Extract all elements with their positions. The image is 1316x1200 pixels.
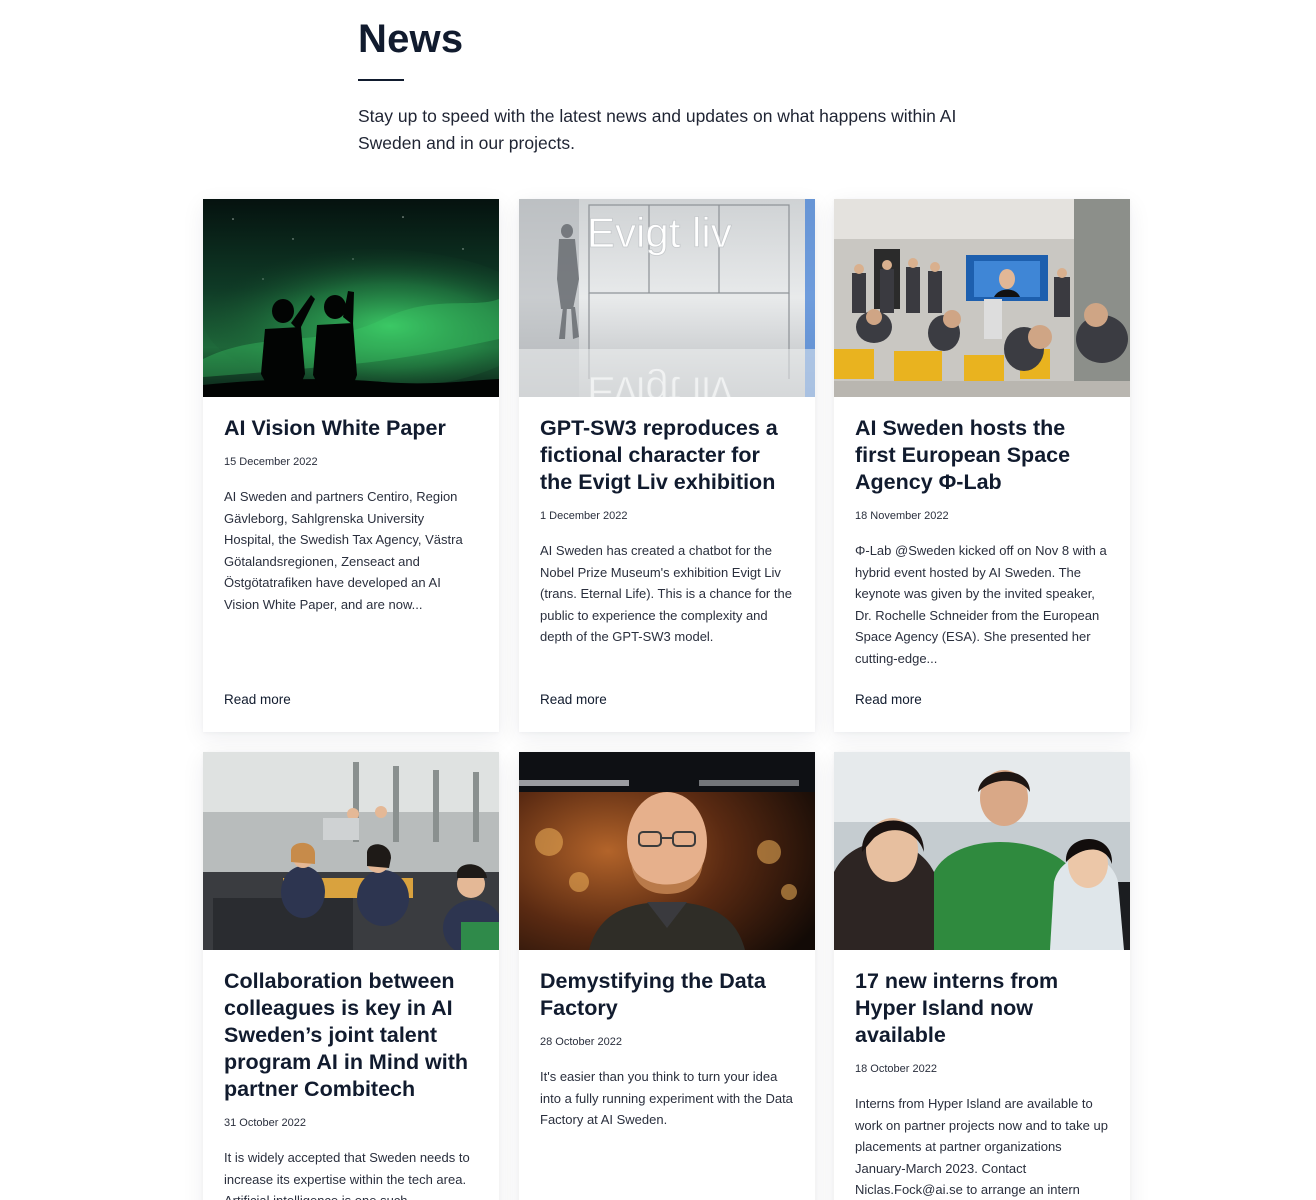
news-card[interactable]: Collaboration between colleagues is key … xyxy=(203,752,499,1200)
news-card[interactable]: Demystifying the Data Factory 28 October… xyxy=(519,752,815,1200)
card-excerpt: AI Sweden and partners Centiro, Region G… xyxy=(224,489,463,612)
card-date: 1 December 2022 xyxy=(540,510,628,522)
card-title[interactable]: Demystifying the Data Factory xyxy=(540,968,794,1022)
card-date: 18 November 2022 xyxy=(855,510,949,522)
card-excerpt: It is widely accepted that Sweden needs … xyxy=(224,1150,470,1200)
card-excerpt: Φ-Lab @Sweden kicked off on Nov 8 with a… xyxy=(855,543,1107,666)
card-excerpt: AI Sweden has created a chatbot for the … xyxy=(540,543,792,644)
card-title[interactable]: AI Vision White Paper xyxy=(224,415,478,442)
portrait-image[interactable] xyxy=(519,752,815,950)
card-title[interactable]: Collaboration between colleagues is key … xyxy=(224,968,478,1103)
card-title[interactable]: AI Sweden hosts the first European Space… xyxy=(855,415,1109,496)
card-date: 18 October 2022 xyxy=(855,1063,937,1075)
page-intro: Stay up to speed with the latest news an… xyxy=(358,106,957,153)
office-meeting-image[interactable] xyxy=(203,752,499,950)
card-excerpt: Interns from Hyper Island are available … xyxy=(855,1096,1108,1197)
news-page: News Stay up to speed with the latest ne… xyxy=(0,0,1316,1200)
card-date: 28 October 2022 xyxy=(540,1036,622,1048)
news-card[interactable]: AI Sweden hosts the first European Space… xyxy=(834,199,1130,732)
event-image[interactable] xyxy=(834,199,1130,397)
card-title[interactable]: GPT-SW3 reproduces a fictional character… xyxy=(540,415,794,496)
card-date: 31 October 2022 xyxy=(224,1117,306,1129)
northern-lights-image[interactable] xyxy=(203,199,499,397)
news-card[interactable]: 17 new interns from Hyper Island now ava… xyxy=(834,752,1130,1200)
read-more-link[interactable]: Read more xyxy=(855,692,922,707)
exhibition-image[interactable]: Evigt liv Evigt liv xyxy=(519,199,815,397)
news-card[interactable]: Evigt liv Evigt liv GPT-SW3 reproduces a… xyxy=(519,199,815,732)
read-more-link[interactable]: Read more xyxy=(540,692,607,707)
news-card[interactable]: AI Vision White Paper 15 December 2022 A… xyxy=(203,199,499,732)
exhibition-sign-text: Evigt liv xyxy=(587,209,732,256)
card-date: 15 December 2022 xyxy=(224,456,318,468)
news-header: News Stay up to speed with the latest ne… xyxy=(358,14,978,157)
interns-image[interactable] xyxy=(834,752,1130,950)
read-more-link[interactable]: Read more xyxy=(224,692,291,707)
page-title: News xyxy=(358,17,464,61)
card-title[interactable]: 17 new interns from Hyper Island now ava… xyxy=(855,968,1109,1049)
title-divider xyxy=(358,79,404,81)
card-excerpt: It's easier than you think to turn your … xyxy=(540,1069,793,1127)
